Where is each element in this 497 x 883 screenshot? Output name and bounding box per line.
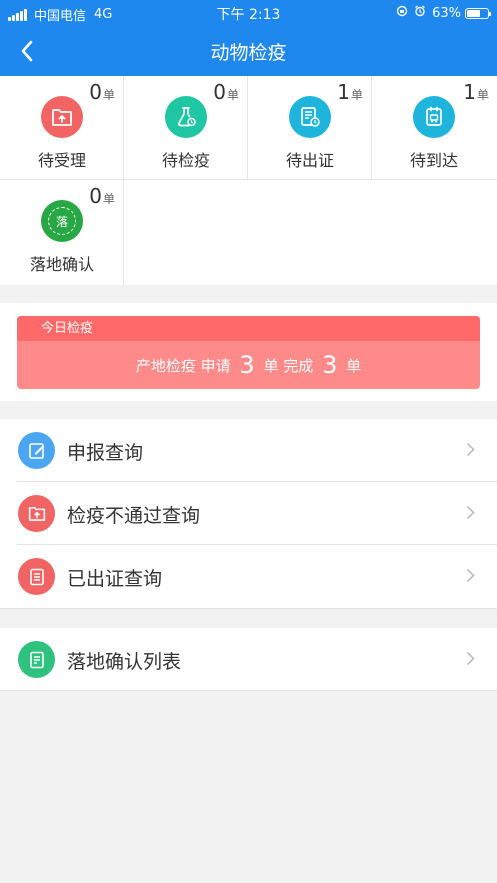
lock-rotation-icon [396,5,408,21]
today-section: 今日检疫 产地检疫 申请 3 单 完成 3 单 [0,303,497,401]
tile-unit: 单 [476,88,489,102]
tile-label: 待出证 [285,151,334,170]
tile-unit: 单 [226,88,239,102]
tile-label: 落地确认 [29,255,94,274]
menu-label: 申报查询 [67,442,144,464]
truck-document-icon [413,96,455,138]
certificate-clock-icon [289,96,331,138]
menu-label: 落地确认列表 [67,651,182,673]
battery-icon [465,7,491,19]
landing-menu: 落地确认列表 [0,628,497,691]
folder-upload-icon [18,495,55,532]
status-grid: 0单 待受理 0单 待检疫 1单 待出证 1单 待到达 0单 落 落地确认 [0,76,497,285]
landing-badge-icon: 落 [41,200,83,242]
chevron-right-icon [466,568,475,583]
tile-count: 0 [89,80,102,104]
menu-label: 已出证查询 [67,568,163,590]
header: 中国电信 4G 下午 2:13 63% 动物检疫 [0,0,497,76]
today-title: 今日检疫 [17,316,480,341]
document-list-icon [18,558,55,595]
chevron-right-icon [466,442,475,457]
tile-count: 1 [463,80,476,104]
tile-label: 待检疫 [161,151,210,170]
tile-pending-certificate[interactable]: 1单 待出证 [248,76,372,180]
completed-label: 完成 [283,357,314,375]
chevron-right-icon [466,505,475,520]
folder-upload-icon [41,96,83,138]
battery-percent: 63% [432,5,461,21]
applied-unit: 单 [263,357,279,375]
landing-badge-text: 落 [48,207,76,235]
chevron-right-icon [466,651,475,666]
tile-label: 待到达 [409,151,458,170]
tile-pending-inspection[interactable]: 0单 待检疫 [124,76,248,180]
tile-count: 0 [213,80,226,104]
menu-item-landing-list[interactable]: 落地确认列表 [0,628,497,691]
checklist-icon [18,641,55,678]
nav-bar: 动物检疫 [0,26,497,76]
applied-count: 3 [239,351,255,379]
completed-count: 3 [322,351,338,379]
tile-unit: 单 [350,88,363,102]
completed-unit: 单 [346,357,362,375]
today-prefix: 产地检疫 申请 [135,357,231,375]
tile-label: 待受理 [37,151,86,170]
query-menu: 申报查询 检疫不通过查询 已出证查询 [0,419,497,609]
flask-icon [165,96,207,138]
tile-count: 1 [337,80,350,104]
tile-unit: 单 [102,88,115,102]
today-summary: 产地检疫 申请 3 单 完成 3 单 [17,341,480,389]
edit-note-icon [18,432,55,469]
tile-pending-accept[interactable]: 0单 待受理 [0,76,124,180]
page-title: 动物检疫 [210,42,287,64]
alarm-icon [414,5,426,21]
menu-item-issued-query[interactable]: 已出证查询 [0,545,497,609]
tile-unit: 单 [102,192,115,206]
menu-label: 检疫不通过查询 [67,505,201,527]
tile-landing-confirm[interactable]: 0单 落 落地确认 [0,180,124,285]
status-bar: 中国电信 4G 下午 2:13 63% [0,0,497,26]
menu-item-failed-query[interactable]: 检疫不通过查询 [0,482,497,545]
tile-pending-arrival[interactable]: 1单 待到达 [372,76,497,180]
menu-item-declaration-query[interactable]: 申报查询 [0,419,497,482]
today-card[interactable]: 今日检疫 产地检疫 申请 3 单 完成 3 单 [17,316,480,389]
tile-count: 0 [89,184,102,208]
